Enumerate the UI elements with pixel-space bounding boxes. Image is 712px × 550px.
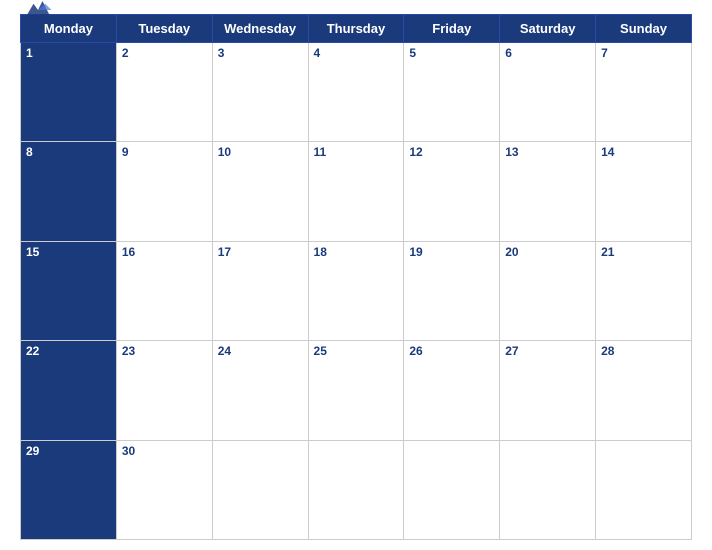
calendar-day-cell: 10 <box>212 142 308 241</box>
calendar-day-cell: 12 <box>404 142 500 241</box>
day-number: 22 <box>26 344 39 358</box>
day-number: 17 <box>218 245 231 259</box>
day-number: 2 <box>122 46 129 60</box>
calendar-day-cell: 30 <box>116 440 212 539</box>
day-number: 23 <box>122 344 135 358</box>
day-number: 8 <box>26 145 33 159</box>
calendar-day-cell <box>212 440 308 539</box>
calendar-day-cell: 27 <box>500 341 596 440</box>
day-number: 16 <box>122 245 135 259</box>
calendar-week-row: 1 2 3 4 5 6 7 <box>21 43 692 142</box>
day-number: 7 <box>601 46 608 60</box>
day-header-wednesday: Wednesday <box>212 15 308 43</box>
calendar-day-cell: 26 <box>404 341 500 440</box>
day-number: 18 <box>314 245 327 259</box>
calendar-day-cell: 29 <box>21 440 117 539</box>
day-number: 12 <box>409 145 422 159</box>
day-number: 14 <box>601 145 614 159</box>
day-header-tuesday: Tuesday <box>116 15 212 43</box>
day-number: 4 <box>314 46 321 60</box>
logo <box>20 0 56 24</box>
day-number: 9 <box>122 145 129 159</box>
calendar-day-cell: 5 <box>404 43 500 142</box>
day-header-thursday: Thursday <box>308 15 404 43</box>
calendar-day-cell: 9 <box>116 142 212 241</box>
calendar-week-row: 15 16 17 18 19 20 21 <box>21 241 692 340</box>
calendar-day-cell: 28 <box>596 341 692 440</box>
day-header-saturday: Saturday <box>500 15 596 43</box>
day-number: 11 <box>314 145 327 159</box>
calendar-day-cell <box>596 440 692 539</box>
calendar-day-cell: 3 <box>212 43 308 142</box>
day-number: 20 <box>505 245 518 259</box>
calendar-day-cell: 2 <box>116 43 212 142</box>
day-number: 26 <box>409 344 422 358</box>
calendar-day-cell: 17 <box>212 241 308 340</box>
calendar-day-cell: 22 <box>21 341 117 440</box>
calendar-day-cell: 19 <box>404 241 500 340</box>
day-number: 3 <box>218 46 225 60</box>
day-header-sunday: Sunday <box>596 15 692 43</box>
day-number: 13 <box>505 145 518 159</box>
day-number: 1 <box>26 46 33 60</box>
calendar-day-cell: 8 <box>21 142 117 241</box>
day-number: 15 <box>26 245 39 259</box>
calendar-day-cell: 13 <box>500 142 596 241</box>
calendar-day-cell: 23 <box>116 341 212 440</box>
day-number: 27 <box>505 344 518 358</box>
calendar-table: MondayTuesdayWednesdayThursdayFridaySatu… <box>20 14 692 540</box>
calendar-day-cell: 18 <box>308 241 404 340</box>
calendar-day-cell <box>404 440 500 539</box>
calendar-day-cell <box>308 440 404 539</box>
calendar-day-cell: 25 <box>308 341 404 440</box>
calendar-day-cell: 1 <box>21 43 117 142</box>
calendar-day-cell: 16 <box>116 241 212 340</box>
calendar-day-cell: 14 <box>596 142 692 241</box>
calendar-day-cell: 4 <box>308 43 404 142</box>
day-number: 25 <box>314 344 327 358</box>
calendar-day-cell: 7 <box>596 43 692 142</box>
day-number: 6 <box>505 46 512 60</box>
day-number: 28 <box>601 344 614 358</box>
day-number: 30 <box>122 444 135 458</box>
day-number: 10 <box>218 145 231 159</box>
calendar-day-cell: 21 <box>596 241 692 340</box>
calendar-header-row: MondayTuesdayWednesdayThursdayFridaySatu… <box>21 15 692 43</box>
day-header-friday: Friday <box>404 15 500 43</box>
calendar-day-cell: 11 <box>308 142 404 241</box>
day-number: 21 <box>601 245 614 259</box>
calendar-week-row: 8 9 10 11 12 13 14 <box>21 142 692 241</box>
day-number: 24 <box>218 344 231 358</box>
calendar-week-row: 22 23 24 25 26 27 28 <box>21 341 692 440</box>
calendar-day-cell: 20 <box>500 241 596 340</box>
day-number: 5 <box>409 46 416 60</box>
calendar-week-row: 29 30 <box>21 440 692 539</box>
calendar-day-cell <box>500 440 596 539</box>
day-number: 29 <box>26 444 39 458</box>
calendar-day-cell: 24 <box>212 341 308 440</box>
calendar-day-cell: 15 <box>21 241 117 340</box>
day-number: 19 <box>409 245 422 259</box>
calendar-day-cell: 6 <box>500 43 596 142</box>
